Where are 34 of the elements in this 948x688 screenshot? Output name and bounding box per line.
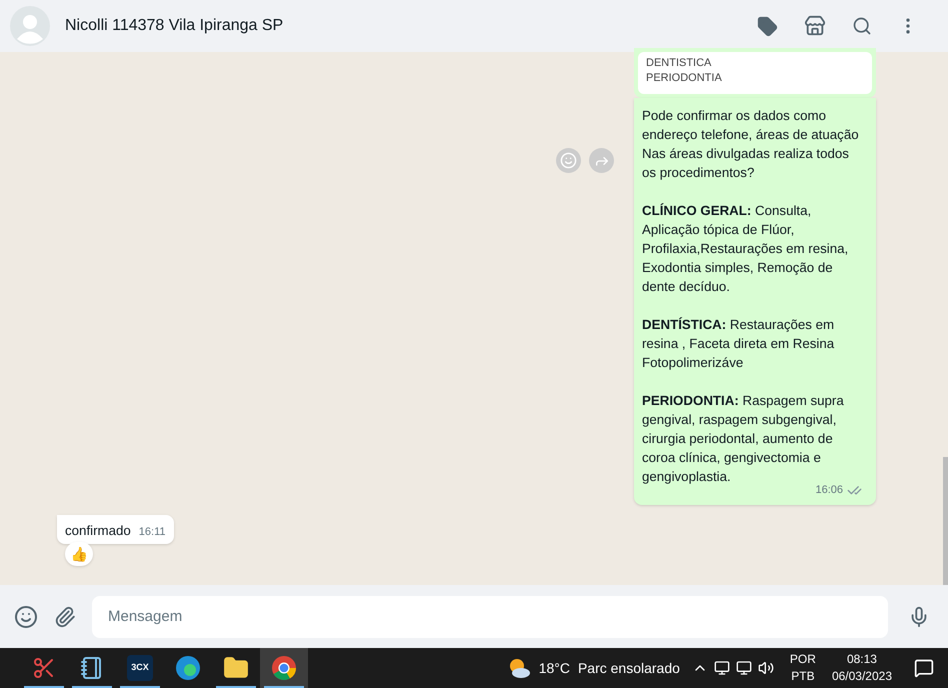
emoji-icon[interactable] bbox=[14, 604, 38, 628]
network-icon[interactable] bbox=[736, 660, 752, 676]
message-time: 16:11 bbox=[138, 524, 166, 540]
attach-icon[interactable] bbox=[54, 606, 76, 628]
message-time: 16:06 bbox=[815, 483, 843, 498]
message-paragraph: PERIODONTIA: Raspagem supra gengival, raspagem subgengival, cirurgia periodontal, aumento de coroa clínica, gengivectomia e gengivoplastia. bbox=[642, 392, 845, 485]
avatar-icon bbox=[10, 6, 50, 46]
scissors-icon bbox=[32, 656, 56, 680]
message-paragraph: CLÍNICO GERAL: Consulta, Aplicação tópica de Flúor, Profilaxia,Restaurações em resina, Exodontia simples, Remoção de dente decíduo. bbox=[642, 202, 850, 296]
monitor-icon[interactable] bbox=[714, 660, 730, 676]
browser-icon bbox=[175, 655, 201, 681]
volume-icon[interactable] bbox=[758, 660, 774, 676]
card-line: DENTISTICA bbox=[646, 56, 712, 71]
notifications-icon[interactable] bbox=[914, 658, 934, 678]
weather-temperature: 18°C bbox=[538, 658, 570, 678]
store-icon[interactable] bbox=[804, 15, 826, 37]
message-paragraph: DENTÍSTICA: Restaurações em resina , Faceta direta em Resina Fotopolimerizáve bbox=[642, 316, 836, 372]
contact-name: Nicolli 114378 Vila Ipiranga SP bbox=[65, 16, 284, 36]
chrome-icon bbox=[271, 655, 297, 681]
message-text: confirmado bbox=[65, 522, 131, 540]
scrollbar-thumb[interactable] bbox=[943, 457, 948, 585]
card-line: PERIODONTIA bbox=[646, 71, 723, 86]
message-paragraph: Pode confirmar os dados como endereço telefone, áreas de atuação Nas áreas divulgadas realiza todos os procedimentos? bbox=[642, 107, 860, 182]
notepad-icon bbox=[80, 656, 104, 680]
search-icon[interactable] bbox=[852, 16, 872, 36]
clock[interactable]: 08:13 06/03/2023 bbox=[832, 651, 892, 685]
language-indicator[interactable]: POR PTB bbox=[790, 651, 816, 685]
label-icon[interactable] bbox=[757, 16, 778, 36]
message-input[interactable]: Mensagem bbox=[92, 596, 888, 638]
weather-text: Parc ensolarado bbox=[578, 658, 680, 678]
folder-icon bbox=[223, 655, 249, 681]
taskbar-app[interactable] bbox=[260, 648, 308, 688]
taskbar-app[interactable]: 3CX bbox=[116, 648, 164, 688]
app-logo-icon: 3CX bbox=[127, 655, 153, 681]
